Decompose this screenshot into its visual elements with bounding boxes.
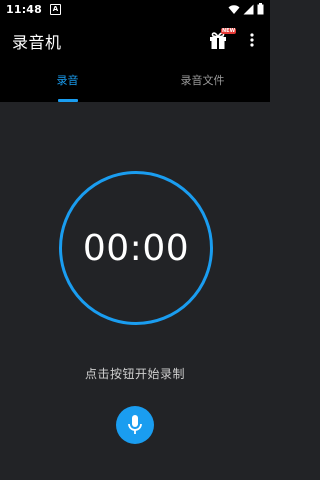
status-icons: [228, 3, 264, 15]
more-options-button[interactable]: [244, 28, 260, 52]
tab-record[interactable]: 录音: [0, 62, 135, 102]
tab-bar: 录音 录音文件: [0, 62, 270, 102]
tab-record-label: 录音: [56, 74, 79, 87]
timer-ring: 00:00: [59, 171, 213, 325]
status-bar: 11:48 A: [0, 0, 270, 18]
microphone-icon: [128, 415, 142, 434]
battery-icon: [257, 3, 264, 15]
recorder-screen: 11:48 A 录音机 NEW 录音 录音文件 00:00 点击按钮开始录制: [0, 0, 270, 480]
more-vert-icon: [250, 33, 254, 47]
record-button[interactable]: [116, 406, 154, 444]
tab-indicator: [57, 99, 78, 102]
start-recording-hint: 点击按钮开始录制: [84, 367, 185, 381]
notification-icon: A: [50, 3, 62, 15]
timer-display: 00:00: [82, 227, 190, 269]
wifi-icon: [228, 4, 240, 14]
tab-recordings-label: 录音文件: [180, 74, 225, 87]
gift-button[interactable]: NEW: [208, 28, 237, 52]
new-badge: NEW: [221, 28, 237, 34]
tab-recordings[interactable]: 录音文件: [135, 62, 270, 102]
status-time: 11:48: [6, 2, 43, 16]
app-title: 录音机: [12, 33, 62, 52]
signal-icon: [243, 4, 254, 14]
app-bar: 录音机 NEW: [0, 18, 270, 62]
